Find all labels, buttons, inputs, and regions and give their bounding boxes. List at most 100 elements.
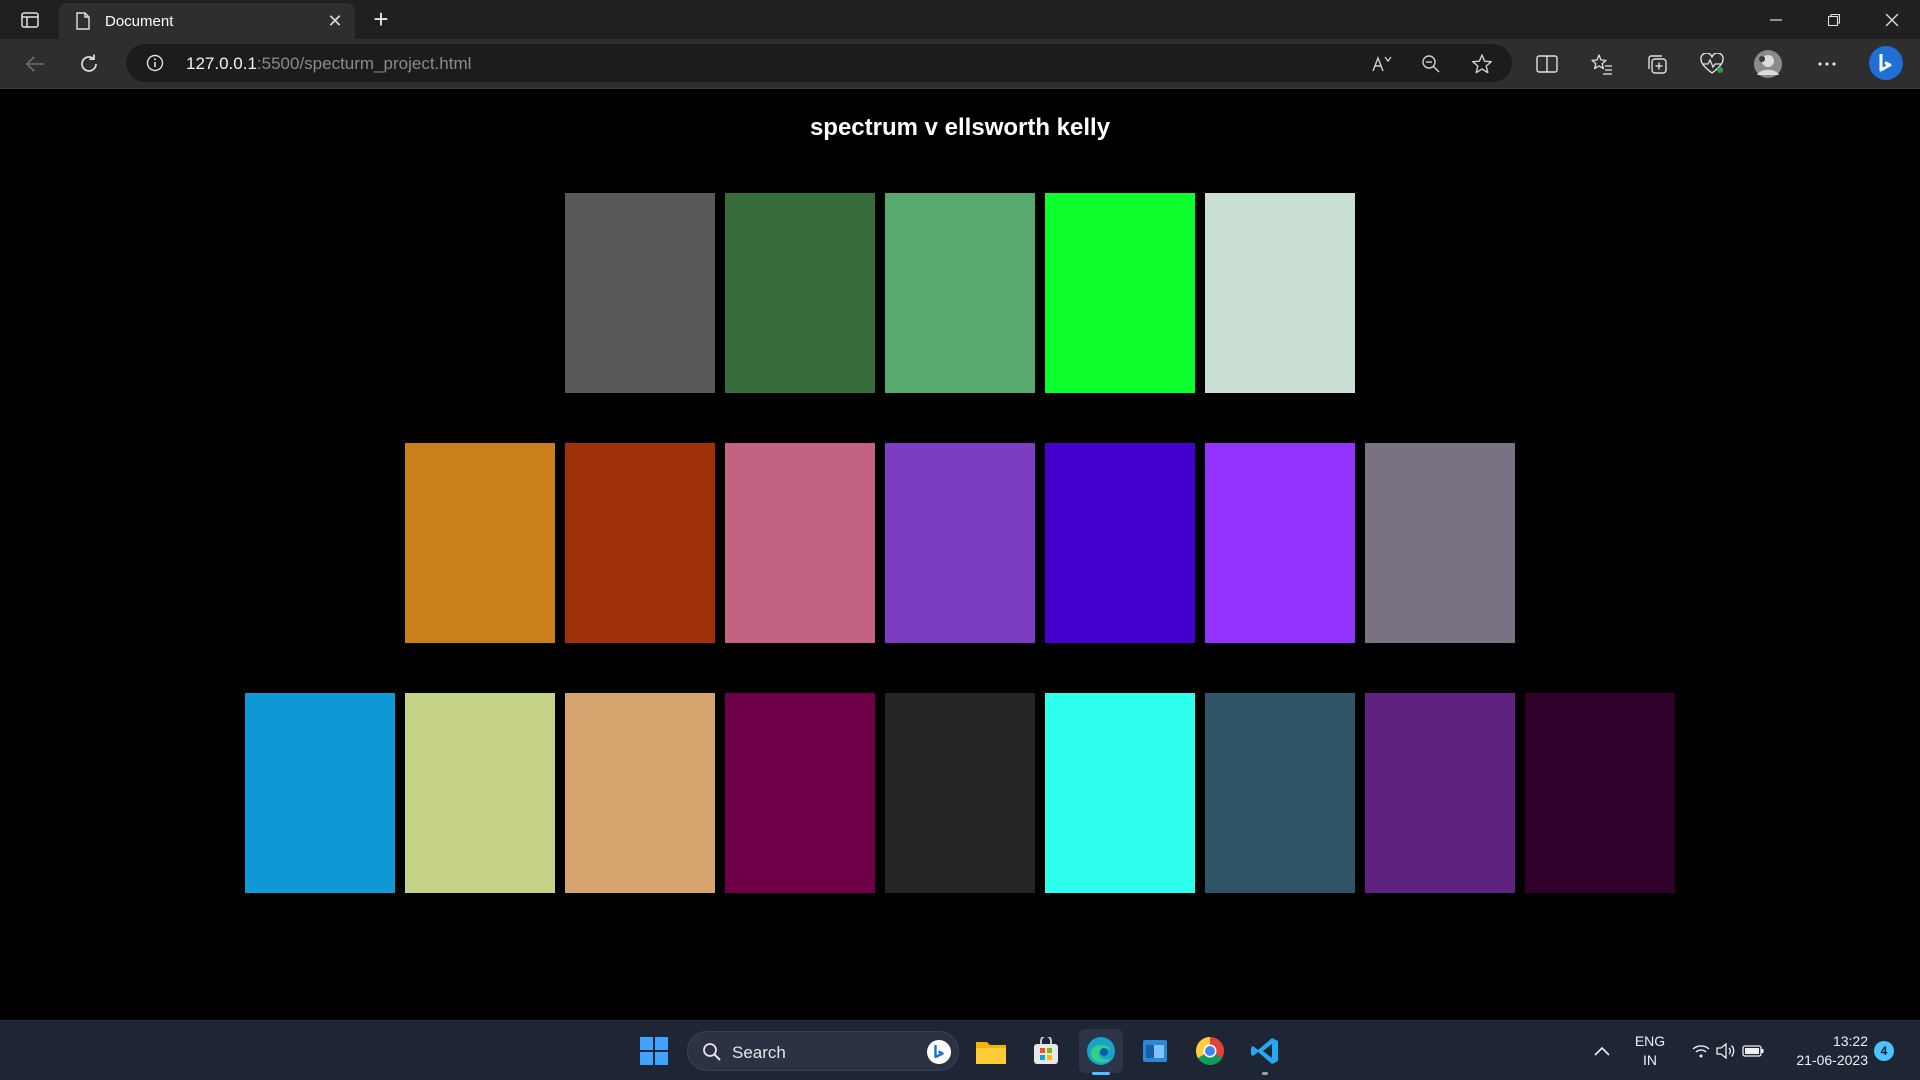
color-swatch xyxy=(885,693,1035,893)
show-hidden-icons-button[interactable] xyxy=(1580,1029,1624,1073)
app-window-button[interactable] xyxy=(1133,1029,1177,1073)
browser-toolbar: 127.0.0.1:5500/specturm_project.html xyxy=(0,39,1920,89)
site-info-icon[interactable] xyxy=(146,54,164,72)
color-swatch xyxy=(1205,443,1355,643)
color-swatch xyxy=(405,693,555,893)
language-region: IN xyxy=(1643,1052,1657,1068)
read-aloud-button[interactable] xyxy=(1370,52,1394,76)
zoom-out-icon xyxy=(1422,55,1440,73)
edge-icon xyxy=(1087,1037,1115,1065)
url-path: :5500/specturm_project.html xyxy=(256,54,472,73)
url-host: 127.0.0.1 xyxy=(186,54,257,73)
windows-start-icon xyxy=(640,1037,668,1065)
color-swatch xyxy=(725,693,875,893)
color-swatch xyxy=(565,193,715,393)
notification-badge[interactable]: 4 xyxy=(1874,1041,1894,1061)
start-button[interactable] xyxy=(632,1029,676,1073)
new-tab-button[interactable]: + xyxy=(366,4,396,34)
minimize-icon xyxy=(1770,19,1782,21)
edge-browser-button[interactable] xyxy=(1079,1029,1123,1075)
more-icon xyxy=(1818,62,1836,66)
close-icon xyxy=(1885,13,1899,27)
color-swatch xyxy=(1205,193,1355,393)
restore-icon xyxy=(1828,14,1840,26)
active-tab[interactable]: Document ✕ xyxy=(59,3,355,39)
color-swatch xyxy=(885,443,1035,643)
favorite-star-button[interactable] xyxy=(1470,52,1494,76)
active-app-indicator xyxy=(1092,1072,1110,1075)
color-swatch xyxy=(565,693,715,893)
minimize-button[interactable] xyxy=(1748,2,1804,38)
restore-button[interactable] xyxy=(1806,2,1862,38)
color-swatch xyxy=(565,443,715,643)
favorites-icon xyxy=(1591,54,1612,75)
volume-icon xyxy=(1716,1043,1735,1059)
tab-close-button[interactable]: ✕ xyxy=(321,11,349,32)
document-icon xyxy=(76,12,90,30)
bing-icon xyxy=(927,1040,951,1064)
tab-bar: Document ✕ + xyxy=(0,0,1920,39)
collections-button[interactable] xyxy=(1642,49,1672,79)
address-bar[interactable]: 127.0.0.1:5500/specturm_project.html xyxy=(126,44,1512,82)
page-content: spectrum v ellsworth kelly xyxy=(0,90,1920,1020)
store-icon xyxy=(1034,1037,1058,1064)
refresh-icon xyxy=(81,54,97,72)
split-screen-icon xyxy=(1536,55,1558,73)
search-icon xyxy=(703,1043,721,1061)
tab-actions-icon xyxy=(21,12,39,28)
wifi-icon xyxy=(1692,1045,1710,1058)
heart-pulse-icon xyxy=(1700,53,1724,74)
window-app-icon xyxy=(1143,1040,1167,1062)
folder-icon xyxy=(976,1042,1006,1064)
color-swatch xyxy=(1045,193,1195,393)
swatch-row-3 xyxy=(0,693,1920,893)
chrome-icon xyxy=(1196,1037,1224,1065)
windows-taskbar: Search ENG IN 13:22 21-06-2023 4 xyxy=(0,1020,1920,1080)
tab-actions-button[interactable] xyxy=(14,7,46,33)
clock-date: 21-06-2023 xyxy=(1796,1052,1868,1068)
bing-icon xyxy=(1869,46,1903,80)
favorites-button[interactable] xyxy=(1587,49,1617,79)
refresh-button[interactable] xyxy=(72,47,106,81)
url-text[interactable]: 127.0.0.1:5500/specturm_project.html xyxy=(186,54,471,74)
vscode-icon xyxy=(1251,1038,1278,1064)
color-swatch xyxy=(885,193,1035,393)
close-window-button[interactable] xyxy=(1864,2,1920,38)
color-swatch xyxy=(405,443,555,643)
search-label: Search xyxy=(732,1043,786,1062)
settings-more-button[interactable] xyxy=(1812,49,1842,79)
back-arrow-icon xyxy=(25,56,44,72)
color-swatch xyxy=(725,193,875,393)
color-swatch xyxy=(1205,693,1355,893)
quick-settings-button[interactable] xyxy=(1686,1029,1770,1073)
avatar xyxy=(1754,50,1782,78)
color-swatch xyxy=(1525,693,1675,893)
color-swatch xyxy=(725,443,875,643)
collections-icon xyxy=(1648,55,1667,74)
taskbar-search[interactable]: Search xyxy=(687,1031,959,1071)
bing-copilot-button[interactable] xyxy=(1868,45,1904,81)
color-swatch xyxy=(1365,443,1515,643)
split-screen-button[interactable] xyxy=(1532,49,1562,79)
star-icon xyxy=(1472,54,1492,74)
vscode-button[interactable] xyxy=(1243,1029,1287,1075)
color-swatch xyxy=(245,693,395,893)
read-aloud-icon xyxy=(1372,56,1392,72)
swatch-row-1 xyxy=(0,193,1920,393)
back-button[interactable] xyxy=(18,47,52,81)
zoom-out-button[interactable] xyxy=(1419,52,1443,76)
color-swatch xyxy=(1045,443,1195,643)
language-code: ENG xyxy=(1634,1033,1666,1049)
microsoft-store-button[interactable] xyxy=(1024,1029,1068,1073)
profile-button[interactable] xyxy=(1753,49,1783,79)
browser-essentials-button[interactable] xyxy=(1697,49,1727,79)
chevron-up-icon xyxy=(1594,1046,1610,1056)
clock-time: 13:22 xyxy=(1832,1033,1868,1049)
battery-icon xyxy=(1742,1045,1764,1057)
file-explorer-button[interactable] xyxy=(969,1029,1013,1073)
page-title: spectrum v ellsworth kelly xyxy=(809,114,1111,141)
color-swatch xyxy=(1365,693,1515,893)
chrome-button[interactable] xyxy=(1188,1029,1232,1073)
color-swatch xyxy=(1045,693,1195,893)
tab-title: Document xyxy=(105,12,174,30)
